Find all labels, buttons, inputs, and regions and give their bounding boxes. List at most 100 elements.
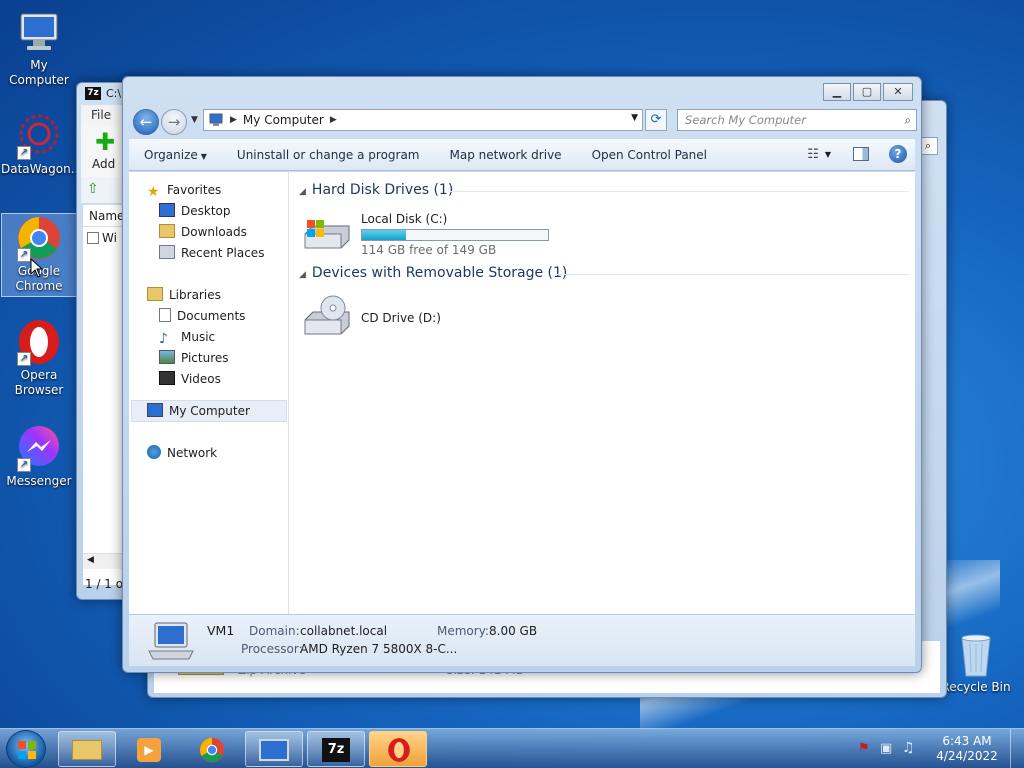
show-desktop-button[interactable] <box>1010 729 1024 768</box>
clock-date: 4/24/2022 <box>936 749 998 763</box>
action-center-flag-icon[interactable]: ⚑ <box>858 741 870 756</box>
search-input[interactable]: Search My Computer ⌕ <box>677 109 917 131</box>
recent-pages-dropdown[interactable]: ▼ <box>191 115 198 125</box>
maximize-button[interactable]: ▢ <box>853 83 881 101</box>
datawagon-icon: ↗ <box>15 112 63 160</box>
pictures-icon <box>159 350 175 364</box>
nav-downloads-label: Downloads <box>181 225 247 239</box>
start-button[interactable] <box>6 730 46 768</box>
group-removable-label: Devices with Removable Storage (1) <box>311 265 568 281</box>
nav-my-computer[interactable]: My Computer <box>147 401 250 421</box>
documents-icon <box>159 308 171 322</box>
back-button[interactable]: ← <box>133 109 159 135</box>
search-icon[interactable]: ⌕ <box>905 110 911 130</box>
file-row-name: Wi <box>102 231 117 245</box>
computer-icon <box>147 621 195 661</box>
recycle-bin-icon <box>952 630 1000 678</box>
taskbar-network-tool[interactable] <box>245 731 303 767</box>
close-button[interactable]: ✕ <box>883 83 913 101</box>
network-status-icon[interactable]: ▣ <box>880 741 892 756</box>
details-pane: VM1 Domain: collabnet.local Memory: 8.00… <box>129 614 915 666</box>
taskbar-media-player[interactable]: ▶ <box>120 731 178 767</box>
taskbar-explorer[interactable] <box>58 731 116 767</box>
7zip-icon: 7z <box>322 738 350 762</box>
help-icon[interactable]: ? <box>889 145 907 163</box>
open-control-panel-button[interactable]: Open Control Panel <box>577 148 722 162</box>
minimize-button[interactable]: ▁ <box>823 83 851 101</box>
nav-desktop[interactable]: Desktop <box>159 201 231 221</box>
explorer-window[interactable]: ▁ ▢ ✕ ← → ▼ ▶ My Computer ▶ ▼ ⟳ Search M… <box>122 76 922 673</box>
desktop-icon-messenger[interactable]: ↗ Messenger <box>1 424 77 489</box>
nav-documents[interactable]: Documents <box>159 306 245 326</box>
desktop-icon-recycle-bin[interactable]: Recycle Bin <box>936 630 1016 695</box>
preview-pane-icon[interactable] <box>853 147 869 161</box>
refresh-button[interactable]: ⟳ <box>645 109 667 131</box>
desktop-icon-google-chrome[interactable]: ↗ Google Chrome <box>1 213 77 297</box>
nav-pictures[interactable]: Pictures <box>159 348 229 368</box>
uninstall-program-button[interactable]: Uninstall or change a program <box>222 148 435 162</box>
organize-button[interactable]: Organize ▼ <box>129 148 222 162</box>
group-divider <box>555 274 909 275</box>
nav-pictures-label: Pictures <box>181 351 229 365</box>
breadcrumb-separator-icon[interactable]: ▶ <box>330 115 337 125</box>
view-dropdown-icon[interactable]: ▼ <box>825 150 831 159</box>
local-disk-name[interactable]: Local Disk (C:) <box>361 212 447 226</box>
domain-label: Domain: <box>249 624 300 638</box>
desktop-icon-opera[interactable]: ↗ Opera Browser <box>1 318 77 398</box>
address-dropdown-icon[interactable]: ▼ <box>631 113 638 123</box>
desktop-icon-my-computer[interactable]: My Computer <box>1 8 77 88</box>
up-folder-icon[interactable]: ⇧ <box>87 181 99 197</box>
organize-label: Organize <box>144 147 198 162</box>
local-disk-usage-fill <box>362 230 406 240</box>
taskbar-chrome[interactable] <box>183 731 241 767</box>
taskbar: ▶ 7z ⚑ ▣ ♫ 6:43 AM 4/24/2022 <box>0 728 1024 768</box>
clock[interactable]: 6:43 AM 4/24/2022 <box>932 734 1002 764</box>
nav-favorites-label: Favorites <box>167 183 222 197</box>
map-network-drive-button[interactable]: Map network drive <box>435 148 577 162</box>
cd-drive-name[interactable]: CD Drive (D:) <box>361 311 441 325</box>
nav-recent-label: Recent Places <box>181 246 265 260</box>
taskbar-opera[interactable] <box>369 731 427 767</box>
collapse-triangle-icon[interactable]: ◢ <box>299 270 306 280</box>
memory-label: Memory: <box>437 624 489 638</box>
nav-libraries[interactable]: Libraries <box>147 285 221 305</box>
add-icon[interactable]: ✚ <box>95 130 115 154</box>
desktop-icon-datawagon[interactable]: ↗ DataWagon... <box>1 112 83 177</box>
nav-favorites[interactable]: ★ Favorites <box>147 180 221 200</box>
breadcrumb-separator-icon[interactable]: ▶ <box>230 115 237 125</box>
desktop-icon-label: DataWagon... <box>1 162 83 176</box>
cd-drive-icon[interactable] <box>301 294 353 338</box>
nav-desktop-label: Desktop <box>181 204 231 218</box>
local-disk-icon[interactable] <box>301 210 353 254</box>
processor-value: AMD Ryzen 7 5800X 8-C... <box>300 642 458 656</box>
opera-icon <box>388 738 410 762</box>
desktop-icon <box>159 203 175 217</box>
change-view-icon[interactable]: ☷ <box>807 147 819 162</box>
volume-icon[interactable]: ♫ <box>902 740 915 756</box>
taskbar-7zip[interactable]: 7z <box>307 731 365 767</box>
videos-icon <box>159 371 175 385</box>
forward-button[interactable]: → <box>161 109 187 135</box>
shortcut-arrow-icon: ↗ <box>17 146 31 160</box>
desktop-icon-label: Recycle Bin <box>941 680 1011 694</box>
address-box[interactable]: ▶ My Computer ▶ ▼ <box>203 109 643 131</box>
computer-icon <box>209 113 223 126</box>
menu-file[interactable]: File <box>91 108 111 122</box>
memory-value: 8.00 GB <box>489 624 538 638</box>
nav-network[interactable]: Network <box>147 443 217 463</box>
file-row[interactable]: Wi <box>87 231 117 245</box>
chevron-down-icon: ▼ <box>200 151 207 161</box>
breadcrumb-my-computer[interactable]: My Computer <box>243 113 324 127</box>
collapse-triangle-icon[interactable]: ◢ <box>299 187 306 197</box>
add-button-label[interactable]: Add <box>92 157 115 171</box>
group-hard-disk-drives[interactable]: ◢ Hard Disk Drives (1) <box>299 182 453 198</box>
nav-downloads[interactable]: Downloads <box>159 222 247 242</box>
scroll-left-icon[interactable]: ◀ <box>87 555 94 565</box>
group-divider <box>449 191 909 192</box>
local-disk-free-space: 114 GB free of 149 GB <box>361 243 497 257</box>
nav-recent-places[interactable]: Recent Places <box>159 243 264 263</box>
nav-videos[interactable]: Videos <box>159 369 221 389</box>
network-icon <box>147 445 161 459</box>
nav-music[interactable]: ♪ Music <box>159 327 215 347</box>
group-removable-storage[interactable]: ◢ Devices with Removable Storage (1) <box>299 265 567 281</box>
